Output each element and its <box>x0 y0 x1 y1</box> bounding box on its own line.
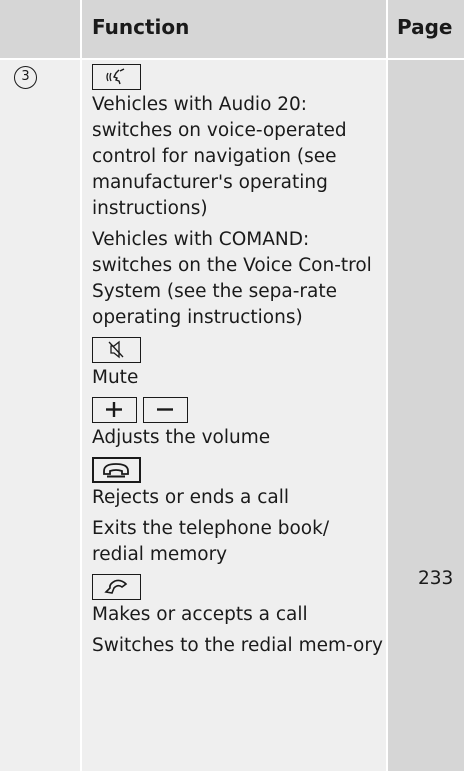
volume-text: Adjusts the volume <box>92 427 271 448</box>
end-call-key-icon <box>92 457 141 483</box>
row-number-badge: 3 <box>14 66 37 89</box>
accept-call-key-icon <box>92 574 141 600</box>
function-cell: Vehicles with Audio 20: switches on voic… <box>82 60 386 771</box>
voice-comand-text: Vehicles with COMAND: switches on the Vo… <box>92 229 372 328</box>
row-number-cell: 3 <box>0 60 80 771</box>
redial-text: Switches to the redial mem-ory <box>92 635 383 656</box>
reject-call-text: Rejects or ends a call <box>92 487 290 508</box>
header-page: Page <box>388 0 464 58</box>
header-number-cell <box>0 0 80 58</box>
page-number: 233 <box>418 568 454 589</box>
volume-up-key-icon <box>92 397 137 423</box>
mute-key-icon <box>92 337 141 363</box>
volume-down-key-icon <box>143 397 188 423</box>
voice-audio20-text: Vehicles with Audio 20: switches on voic… <box>92 94 347 219</box>
voice-control-key-icon <box>92 64 141 90</box>
function-table: Function Page 3 Vehicles with Audio 20: … <box>0 0 464 771</box>
exit-phonebook-text: Exits the telephone book/ redial memory <box>92 518 330 565</box>
accept-call-text: Makes or accepts a call <box>92 604 308 625</box>
page-cell: 233 <box>388 60 464 771</box>
mute-text: Mute <box>92 367 139 388</box>
header-function: Function <box>82 0 386 58</box>
